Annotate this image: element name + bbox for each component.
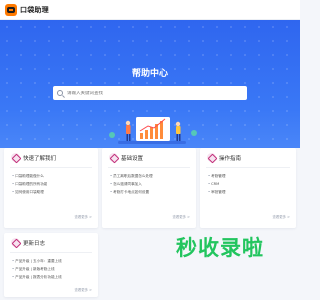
search-input[interactable] [67, 90, 237, 96]
card-quick-start[interactable]: 快速了解我们 口袋助理能做什么 口袋助理的所有功能 如何使用口袋助理 查看更多 … [4, 148, 98, 228]
list-item[interactable]: 考勤管理 [208, 174, 225, 179]
divider [108, 167, 190, 168]
top-nav-bar: 口袋助理 [0, 0, 300, 20]
search-icon[interactable] [57, 90, 63, 96]
logo[interactable]: 口袋助理 [5, 4, 49, 16]
koudai-logo-icon [5, 4, 17, 16]
card-title: 快速了解我们 [23, 156, 57, 162]
logo-text: 口袋助理 [20, 6, 49, 14]
card-guide[interactable]: 操作指南 考勤管理 CRM 审批管理 查看更多 > [200, 148, 296, 228]
view-more-link[interactable]: 查看更多 > [173, 214, 190, 219]
list-item[interactable]: 产品升级 | 五小年：重要上线 [12, 259, 96, 264]
list-item[interactable]: 口袋助理的所有功能 [12, 182, 47, 187]
card-changelog[interactable]: 更新日志 产品升级 | 五小年：重要上线 产品升级 | 新版考勤上线 产品升级 … [4, 233, 98, 297]
list-item[interactable]: CRM [208, 182, 219, 186]
list-item[interactable]: 口袋助理能做什么 [12, 174, 44, 179]
card-basic-settings[interactable]: 基础设置 员工离职后数据怎么处理 怎么邀请同事加入 考勤打卡地点如何设置 查看更… [102, 148, 196, 228]
list-item[interactable]: 产品升级 | 新版考勤上线 [12, 267, 96, 272]
hero-illustration [109, 117, 197, 144]
page-title: 帮助中心 [131, 69, 168, 79]
list-item[interactable]: 产品升级 | 报表分析功能上线 [12, 275, 96, 280]
list-item[interactable]: 考勤打卡地点如何设置 [110, 190, 149, 195]
diamond-icon [207, 153, 216, 162]
view-more-link[interactable]: 查看更多 > [75, 287, 92, 292]
view-more-link[interactable]: 查看更多 > [273, 214, 290, 219]
list-item[interactable]: 员工离职后数据怎么处理 [110, 174, 153, 179]
card-title: 基础设置 [121, 156, 144, 162]
card-title: 操作指南 [219, 156, 242, 162]
diamond-icon [109, 153, 118, 162]
diamond-icon [11, 238, 20, 247]
watermark-text: 秒收录啦 [176, 236, 264, 260]
divider [10, 167, 92, 168]
divider [10, 252, 92, 253]
view-more-link[interactable]: 查看更多 > [75, 214, 92, 219]
list-item[interactable]: 怎么邀请同事加入 [110, 182, 142, 187]
list-item[interactable]: 如何使用口袋助理 [12, 190, 44, 195]
diamond-icon [11, 153, 20, 162]
search-box[interactable] [53, 86, 247, 100]
list-item[interactable]: 审批管理 [208, 190, 225, 195]
hero-banner: 帮助中心 [0, 20, 300, 148]
divider [206, 167, 290, 168]
card-title: 更新日志 [23, 241, 46, 247]
